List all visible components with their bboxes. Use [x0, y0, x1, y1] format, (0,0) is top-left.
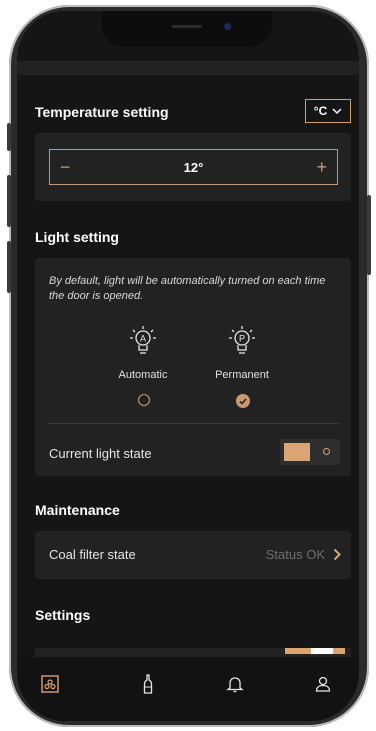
user-icon	[315, 676, 331, 692]
power-button	[367, 195, 371, 275]
temperature-card: − 12° +	[35, 133, 351, 201]
bottle-icon	[143, 674, 153, 694]
temperature-unit-select[interactable]: °C	[305, 99, 351, 123]
toggle-off-indicator	[323, 448, 330, 455]
automatic-bulb-icon: A	[130, 326, 156, 354]
app-screen: Temperature setting °C − 12° + Light set…	[17, 11, 359, 721]
temperature-stepper[interactable]: − 12° +	[49, 149, 338, 185]
bell-icon	[226, 677, 244, 693]
tab-cellar[interactable]	[37, 671, 63, 697]
light-description: By default, light will be automatically …	[49, 275, 326, 302]
svg-text:P: P	[239, 334, 245, 344]
toggle-knob	[284, 443, 310, 461]
chevron-down-icon	[332, 107, 342, 114]
wine-cellar-icon	[41, 675, 59, 693]
coal-filter-row[interactable]: Coal filter state Status OK	[35, 531, 351, 579]
current-light-toggle[interactable]	[280, 439, 340, 465]
settings-toggle-knob-peek	[311, 648, 333, 654]
light-divider	[49, 423, 339, 424]
coal-filter-label: Coal filter state	[49, 547, 136, 562]
current-light-state-label: Current light state	[49, 446, 152, 461]
permanent-bulb-icon: P	[229, 326, 255, 354]
checkmark-icon	[239, 398, 247, 405]
light-card: By default, light will be automatically …	[35, 258, 351, 476]
tab-notifications[interactable]	[222, 671, 248, 697]
permanent-mode-radio[interactable]	[236, 394, 250, 408]
maintenance-section-title: Maintenance	[35, 502, 120, 518]
permanent-mode-label: Permanent	[215, 369, 269, 381]
previous-card	[17, 61, 359, 75]
temperature-value: 12°	[183, 160, 204, 175]
unit-label: °C	[313, 104, 328, 118]
chevron-right-icon	[333, 548, 341, 561]
camera	[224, 23, 231, 30]
settings-section-title: Settings	[35, 607, 91, 623]
tab-profile[interactable]	[310, 671, 336, 697]
light-section-title: Light setting	[35, 229, 119, 245]
svg-text:A: A	[140, 334, 146, 344]
temperature-section-title: Temperature setting	[35, 104, 169, 120]
volume-down-button	[7, 241, 11, 293]
tab-bottles[interactable]	[135, 671, 161, 697]
automatic-mode-label: Automatic	[118, 369, 168, 381]
coal-filter-status: Status OK	[265, 547, 325, 562]
tab-bar	[17, 657, 359, 721]
increase-temperature-button[interactable]: +	[316, 157, 327, 178]
mute-switch	[7, 123, 11, 151]
volume-up-button	[7, 175, 11, 227]
notch	[102, 11, 272, 47]
automatic-mode-radio[interactable]	[138, 394, 150, 406]
speaker	[172, 25, 202, 28]
